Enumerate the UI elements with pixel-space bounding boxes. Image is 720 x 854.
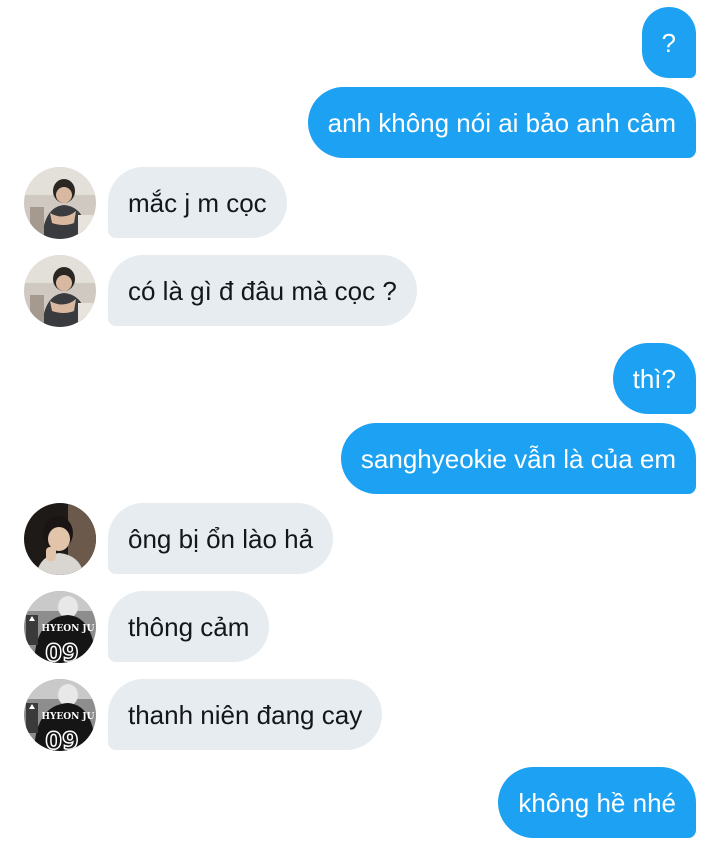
avatar-photo-jersey-icon: HYEON JU 09 (24, 591, 96, 663)
message-text: ông bị ổn lào hả (128, 523, 314, 554)
message-text: thì? (632, 363, 676, 394)
received-message-bubble[interactable]: có là gì đ đâu mà cọc ? (108, 255, 417, 326)
svg-text:09: 09 (45, 639, 78, 663)
avatar-photo-portrait-icon (24, 503, 96, 575)
sent-message-bubble[interactable]: sanghyeokie vẫn là của em (340, 423, 696, 494)
message-text: anh không nói ai bảo anh câm (327, 107, 676, 138)
sender-avatar[interactable] (24, 167, 96, 239)
message-text: không hề nhé (518, 787, 676, 818)
sender-avatar[interactable] (24, 503, 96, 575)
received-message-bubble[interactable]: thanh niên đang cay (108, 679, 383, 750)
sender-avatar[interactable] (24, 255, 96, 327)
sent-message-bubble[interactable]: ? (641, 7, 696, 78)
sender-avatar[interactable]: HYEON JU 09 (24, 591, 96, 663)
jersey-lettering: HYEON JU (41, 624, 94, 634)
message-text: thanh niên đang cay (128, 699, 363, 730)
received-message-bubble[interactable]: mắc j m cọc (108, 167, 287, 238)
sent-message-bubble[interactable]: thì? (612, 343, 696, 414)
message-text: có là gì đ đâu mà cọc ? (128, 275, 397, 306)
sent-message-bubble[interactable]: anh không nói ai bảo anh câm (307, 87, 696, 158)
message-text: ? (661, 27, 676, 58)
message-text: mắc j m cọc (128, 187, 267, 218)
message-text: sanghyeokie vẫn là của em (360, 443, 676, 474)
received-message-bubble[interactable]: thông cảm (108, 591, 270, 662)
avatar-photo-jersey-icon: HYEON JU 09 (24, 679, 96, 751)
sent-message-bubble[interactable]: không hề nhé (498, 767, 696, 838)
sender-avatar[interactable]: HYEON JU 09 (24, 679, 96, 751)
message-text: thông cảm (128, 611, 250, 642)
received-message-bubble[interactable]: ông bị ổn lào hả (108, 503, 334, 574)
jersey-lettering: HYEON JU (41, 712, 94, 722)
avatar-photo-sitting-icon (24, 255, 96, 327)
svg-text:09: 09 (45, 727, 78, 751)
message-thread: ? anh không nói ai bảo anh câm mắc j m c… (0, 0, 720, 854)
avatar-photo-sitting-icon (24, 167, 96, 239)
